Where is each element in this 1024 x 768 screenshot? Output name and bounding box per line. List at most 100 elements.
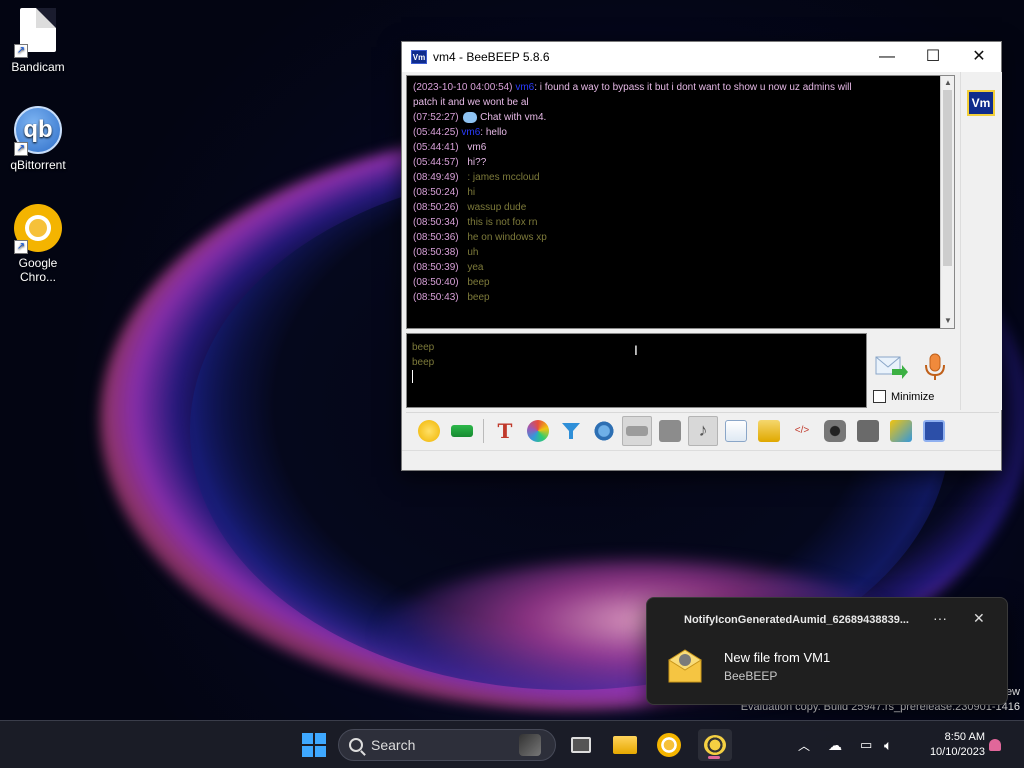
microphone-button[interactable] <box>922 352 948 382</box>
shortcut-arrow-icon: ↗ <box>14 142 28 156</box>
keyboard-icon[interactable] <box>622 415 652 446</box>
taskbar-search[interactable]: Search <box>338 729 556 761</box>
message-timestamp: (08:50:36) <box>413 232 459 243</box>
maximize-button[interactable]: ☐ <box>910 42 956 72</box>
color-palette-icon[interactable] <box>523 416 553 446</box>
spellcheck-icon[interactable] <box>655 416 685 446</box>
text-cursor-icon: I <box>634 342 638 358</box>
notes-icon[interactable] <box>886 416 916 446</box>
user-avatar[interactable]: Vm <box>967 90 995 116</box>
minimize-checkbox[interactable] <box>873 390 886 403</box>
toolbar-separator <box>483 418 484 443</box>
export-file-icon[interactable] <box>721 416 751 446</box>
html-code-icon[interactable]: </> <box>787 416 817 446</box>
search-label: Search <box>371 737 416 753</box>
chat-message: (05:44:57) hi?? <box>413 155 948 170</box>
message-sender[interactable]: vm6 <box>461 127 480 138</box>
scroll-down-icon[interactable]: ▼ <box>941 314 954 328</box>
message-text: patch it and we wont be al <box>413 97 529 108</box>
save-icon[interactable] <box>919 416 949 446</box>
chat-message: (05:44:25) vm6: hello <box>413 125 948 140</box>
show-hidden-icons-icon[interactable]: ︿ <box>798 721 810 768</box>
chat-bubble-icon <box>463 111 478 123</box>
settings-gear-icon[interactable] <box>589 416 619 446</box>
file-explorer-icon[interactable] <box>609 729 641 761</box>
network-icon[interactable]: ▭ <box>860 721 872 768</box>
highlight-icon[interactable] <box>447 416 477 446</box>
message-text: this is not fox rn <box>467 217 538 228</box>
beebeep-window: Vm vm4 - BeeBEEP 5.8.6 — ☐ ✕ (2023-10-10… <box>401 41 1002 471</box>
message-text: vm6 <box>467 142 487 153</box>
desktop-icon-bandicam[interactable]: ↗ Bandicam <box>0 8 76 74</box>
minimize-checkbox-row[interactable]: Minimize <box>873 390 934 403</box>
message-timestamp: (08:50:40) <box>413 277 459 288</box>
notification-toast[interactable]: NotifyIconGeneratedAumid_62689438839... … <box>646 597 1008 705</box>
message-sender[interactable]: vm6 <box>515 82 534 93</box>
message-timestamp: (08:50:24) <box>413 187 459 198</box>
message-text: beep <box>467 292 490 303</box>
message-timestamp: (2023-10-10 04:00:54) <box>413 82 513 93</box>
window-icon[interactable] <box>853 416 883 446</box>
window-title: vm4 - BeeBEEP 5.8.6 <box>433 50 550 64</box>
message-text: he on windows xp <box>467 232 547 243</box>
filter-icon[interactable] <box>556 416 586 446</box>
clock-time: 8:50 AM <box>944 731 985 743</box>
scroll-up-icon[interactable]: ▲ <box>941 76 954 90</box>
message-timestamp: (08:50:39) <box>413 262 459 273</box>
send-message-button[interactable] <box>874 353 908 381</box>
desktop-icon-chrome[interactable]: ↗ Google Chro... <box>0 204 76 284</box>
shortcut-arrow-icon: ↗ <box>14 44 28 58</box>
screenshot-icon[interactable] <box>820 416 850 446</box>
message-timestamp: (08:50:34) <box>413 217 459 228</box>
close-icon[interactable]: ✕ <box>973 610 985 627</box>
text-caret <box>412 370 413 383</box>
chat-message: (08:50:38) uh <box>413 245 948 260</box>
message-input[interactable]: beep beep I <box>406 333 867 408</box>
chat-history[interactable]: (2023-10-10 04:00:54) vm6: i found a way… <box>406 75 955 329</box>
status-bar <box>402 450 1001 470</box>
message-text: beep <box>467 277 490 288</box>
taskbar-clock[interactable]: 8:50 AM 10/10/2023 <box>913 730 985 760</box>
title-bar[interactable]: Vm vm4 - BeeBEEP 5.8.6 — ☐ ✕ <box>402 42 1001 72</box>
emoticon-icon[interactable] <box>414 416 444 446</box>
message-text: : hello <box>480 127 507 138</box>
message-timestamp: (05:44:41) <box>413 142 459 153</box>
scrollbar-thumb[interactable] <box>943 90 952 266</box>
send-file-icon[interactable] <box>754 416 784 446</box>
clock-date: 10/10/2023 <box>929 746 985 758</box>
message-timestamp: (05:44:57) <box>413 157 459 168</box>
chat-message: (08:50:36) he on windows xp <box>413 230 948 245</box>
notification-title: New file from VM1 <box>724 650 831 665</box>
chat-message: (08:50:43) beep <box>413 290 948 305</box>
task-view-icon[interactable] <box>565 729 597 761</box>
minimize-button[interactable]: — <box>864 42 910 72</box>
desktop-icon-label: qBittorrent <box>10 158 66 172</box>
message-text: hi <box>467 187 476 198</box>
message-text: : james mccloud <box>467 172 540 183</box>
app-icon: Vm <box>411 50 427 64</box>
message-timestamp: (08:50:43) <box>413 292 459 303</box>
message-text: wassup dude <box>467 202 527 213</box>
desktop-icon-label: Bandicam <box>11 60 65 74</box>
chat-message: (08:49:49) : james mccloud <box>413 170 948 185</box>
volume-icon[interactable]: 🔈︎ <box>884 721 892 768</box>
notification-app-name: NotifyIconGeneratedAumid_62689438839... <box>684 614 909 626</box>
chat-message: (08:50:24) hi <box>413 185 948 200</box>
chat-message: (08:50:26) wassup dude <box>413 200 948 215</box>
beebeep-taskbar-icon[interactable] <box>698 729 732 761</box>
search-icon <box>349 738 363 752</box>
chat-message-list: (2023-10-10 04:00:54) vm6: i found a way… <box>407 76 954 309</box>
desktop-icon-qbittorrent[interactable]: qb ↗ qBittorrent <box>0 106 76 172</box>
start-button[interactable] <box>298 729 330 761</box>
font-icon[interactable]: T <box>490 416 520 446</box>
chat-scrollbar[interactable]: ▲ ▼ <box>940 76 954 328</box>
more-options-icon[interactable]: ··· <box>933 610 947 626</box>
chat-toolbar: T ♪ </> <box>406 412 999 448</box>
chat-message: (07:52:27) Chat with vm4. <box>413 110 948 125</box>
music-note-icon[interactable]: ♪ <box>688 415 718 446</box>
onedrive-icon[interactable]: ☁ <box>828 721 842 768</box>
message-text: yea <box>467 262 484 273</box>
chrome-taskbar-icon[interactable] <box>653 729 685 761</box>
close-button[interactable]: ✕ <box>956 42 1002 72</box>
notification-bell-icon[interactable] <box>989 721 1001 768</box>
